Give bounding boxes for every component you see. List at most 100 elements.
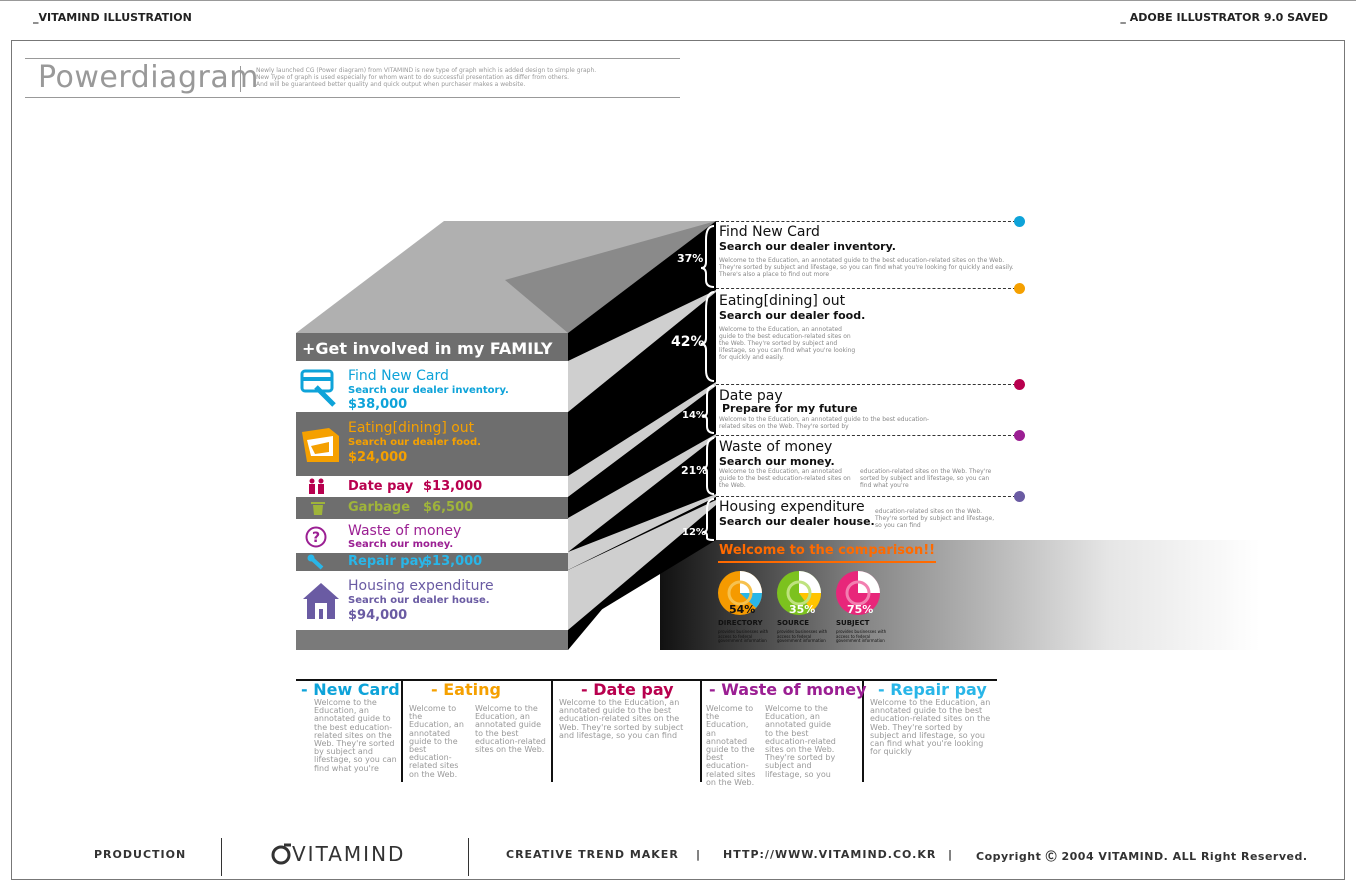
r5-subtitle: Search our dealer house. xyxy=(719,515,875,528)
dash-line-4 xyxy=(716,435,1016,436)
table-header-row: +Get involved in my FAMILY xyxy=(296,333,568,361)
bottom-col-repair: - Repair pay Welcome to the Education, a… xyxy=(870,680,994,756)
col-text-eating-b: Welcome to the Education, an annotated g… xyxy=(475,704,546,755)
r5-text: education-related sites on the Web. They… xyxy=(875,508,995,529)
waste-title: Waste of money xyxy=(348,523,462,539)
footer-copyright: Copyright Ⓒ 2004 VITAMIND. ALL Right Res… xyxy=(976,850,1308,863)
pie-3-value: 75% xyxy=(847,603,874,616)
table-header: +Get involved in my FAMILY xyxy=(302,339,553,358)
col-head-new-card: - New Card xyxy=(301,680,400,699)
dot-2 xyxy=(1014,283,1025,294)
pie-2-value: 35% xyxy=(789,603,816,616)
date-label: Date pay xyxy=(348,479,414,494)
r1-title: Find New Card xyxy=(719,224,820,240)
dot-3 xyxy=(1014,379,1025,390)
r4-text-b: education-related sites on the Web. They… xyxy=(860,468,992,489)
dash-line-1 xyxy=(716,221,1016,222)
col-divider-1 xyxy=(401,681,403,782)
footer-production: PRODUCTION xyxy=(94,848,187,861)
pie-2-label: SOURCE xyxy=(777,619,809,627)
pie-1-note: provides businesses with access to feder… xyxy=(718,629,769,643)
eating-subtitle: Search our dealer food. xyxy=(348,437,481,448)
dash-line-2 xyxy=(716,288,1016,289)
row-waste: ? Waste of money Search our money. xyxy=(296,519,568,553)
percent-2: 42% xyxy=(671,334,705,350)
bottom-col-new-card: - New Card Welcome to the Education, an … xyxy=(301,680,400,773)
dot-4 xyxy=(1014,430,1025,441)
housing-amount: $94,000 xyxy=(348,608,408,623)
dot-1 xyxy=(1014,216,1025,227)
col-text-repair: Welcome to the Education, an annotated g… xyxy=(870,698,991,757)
r3-subtitle: Prepare for my future xyxy=(722,402,858,415)
col-text-eating-a: Welcome to the Education, an annotated g… xyxy=(409,704,464,779)
r1-subtitle: Search our dealer inventory. xyxy=(719,240,896,253)
pie-2-note: provides businesses with access to feder… xyxy=(777,629,828,643)
card-amount: $38,000 xyxy=(348,397,408,412)
repair-label: Repair pay xyxy=(348,554,427,569)
col-head-date: - Date pay xyxy=(581,680,674,699)
eating-title: Eating[dining] out xyxy=(348,420,475,436)
footer-sep-1: | xyxy=(696,848,702,861)
credit-card-icon xyxy=(300,369,336,407)
date-amount: $13,000 xyxy=(423,479,483,494)
r1-text: Welcome to the Education, an annotated g… xyxy=(719,257,1014,278)
col-text-date: Welcome to the Education, an annotated g… xyxy=(559,698,684,740)
card-title: Find New Card xyxy=(348,368,449,384)
garbage-amount: $6,500 xyxy=(423,500,474,515)
row-repair: Repair pay $13,000 xyxy=(296,553,568,571)
food-icon xyxy=(302,428,339,462)
comparison-title: Welcome to the comparison!! xyxy=(719,543,936,558)
footer-creative: CREATIVE TREND MAKER xyxy=(506,848,679,861)
pie-3-note: provides businesses with access to feder… xyxy=(836,629,887,643)
col-text-new-card: Welcome to the Education, an annotated g… xyxy=(314,698,397,773)
couple-icon xyxy=(309,478,324,494)
r4-subtitle: Search our money. xyxy=(719,455,835,468)
bottom-col-eating: - Eating Welcome to the Education, an an… xyxy=(409,680,549,778)
bottom-col-waste: - Waste of money Welcome to the Educatio… xyxy=(706,680,867,786)
svg-text:?: ? xyxy=(312,530,320,546)
percent-5: 12% xyxy=(682,527,706,538)
table-bottom-slab xyxy=(296,630,568,650)
col-head-repair: - Repair pay xyxy=(878,680,987,699)
col-divider-2 xyxy=(551,681,553,782)
question-icon: ? xyxy=(305,526,327,548)
row-eating: Eating[dining] out Search our dealer foo… xyxy=(296,412,568,476)
housing-title: Housing expenditure xyxy=(348,578,494,594)
footer-divider-1 xyxy=(221,838,222,876)
garbage-label: Garbage xyxy=(348,500,411,515)
waste-subtitle: Search our money. xyxy=(348,539,454,550)
row-housing: Housing expenditure Search our dealer ho… xyxy=(296,571,568,630)
col-text-waste-a: Welcome to the Education, an annotated g… xyxy=(706,704,756,787)
col-head-waste: - Waste of money xyxy=(709,680,867,699)
pie-3-label: SUBJECT xyxy=(836,619,870,627)
wrench-icon xyxy=(307,554,324,570)
vitamind-logo-icon xyxy=(271,843,291,865)
house-icon xyxy=(303,583,339,619)
r2-text: Welcome to the Education, an annotated g… xyxy=(719,326,856,361)
row-date: Date pay $13,000 xyxy=(296,476,568,497)
r4-text-a: Welcome to the Education, an annotated g… xyxy=(719,468,851,489)
eating-amount: $24,000 xyxy=(348,450,408,465)
col-head-eating: - Eating xyxy=(431,680,501,699)
footer-sep-2: | xyxy=(948,848,954,861)
footer-url[interactable]: HTTP://WWW.VITAMIND.CO.KR xyxy=(723,848,936,861)
repair-amount: $13,000 xyxy=(423,554,483,569)
percent-3: 14% xyxy=(682,410,706,421)
footer-divider-2 xyxy=(468,838,469,876)
footer-logo: VITAMIND xyxy=(292,842,406,866)
r2-subtitle: Search our dealer food. xyxy=(719,309,866,322)
col-divider-3 xyxy=(700,681,702,782)
percent-4: 21% xyxy=(681,464,708,477)
trash-icon xyxy=(311,502,325,515)
row-garbage: Garbage $6,500 xyxy=(296,497,568,519)
power-diagram-graphic xyxy=(296,221,1260,650)
dot-5 xyxy=(1014,491,1025,502)
r2-title: Eating[dining] out xyxy=(719,293,846,309)
pie-1-label: DIRECTORY xyxy=(718,619,763,627)
r5-title: Housing expenditure xyxy=(719,499,865,515)
dash-line-5 xyxy=(716,496,1016,497)
percent-1: 37% xyxy=(677,252,704,265)
housing-subtitle: Search our dealer house. xyxy=(348,595,490,606)
bottom-col-date: - Date pay Welcome to the Education, an … xyxy=(559,680,699,740)
dash-line-3 xyxy=(716,384,1016,385)
